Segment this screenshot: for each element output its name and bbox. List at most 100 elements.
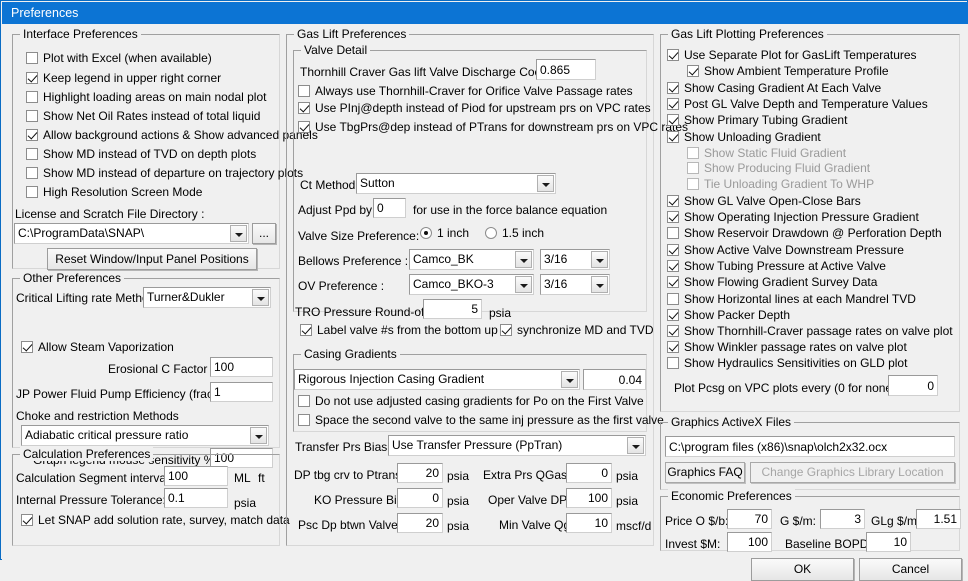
browse-label: ... bbox=[258, 226, 269, 240]
checkbox-show-md-trajectory-plots[interactable]: Show MD instead of departure on trajecto… bbox=[26, 165, 303, 182]
checkbox-show-gl-valve-open-close-bars[interactable]: Show GL Valve Open-Close Bars bbox=[667, 193, 861, 210]
checkbox-label: Show Thornhill-Craver passage rates on v… bbox=[684, 324, 953, 338]
ov-preference-combo[interactable]: Camco_BKO-3 bbox=[409, 274, 534, 295]
bellows-preference-combo[interactable]: Camco_BK bbox=[409, 249, 534, 270]
checkbox-show-hydraulics-sensitivities[interactable]: Show Hydraulics Sensitivities on GLD plo… bbox=[667, 355, 907, 372]
checkbox-show-packer-depth[interactable]: Show Packer Depth bbox=[667, 307, 790, 324]
extra-prs-qgas-input[interactable]: 0 bbox=[566, 463, 612, 483]
chevron-down-icon[interactable] bbox=[250, 427, 267, 444]
ov-size-combo[interactable]: 3/16 bbox=[540, 274, 610, 295]
checkbox-box bbox=[26, 52, 38, 64]
checkbox-label-valve-bottom-up[interactable]: Label valve #s from the bottom up bbox=[300, 322, 498, 339]
oper-valve-dp-unit: psia bbox=[616, 494, 639, 508]
oper-valve-dp-input[interactable]: 100 bbox=[566, 488, 612, 508]
checkbox-label: Show Active Valve Downstream Pressure bbox=[684, 243, 904, 257]
checkbox-use-pinj-depth[interactable]: Use PInj@depth instead of Piod for upstr… bbox=[298, 100, 651, 117]
checkbox-use-tbgprs-dep[interactable]: Use TbgPrs@dep instead of PTrans for dow… bbox=[298, 119, 688, 136]
checkbox-allow-background-actions[interactable]: Allow background actions & Show advanced… bbox=[26, 127, 318, 144]
plot-pcsg-input[interactable]: 0 bbox=[888, 375, 938, 396]
chevron-down-icon[interactable] bbox=[230, 225, 247, 242]
checkbox-box bbox=[21, 514, 33, 526]
baseline-bopd-input[interactable]: 10 bbox=[866, 532, 911, 552]
chevron-down-icon[interactable] bbox=[561, 371, 578, 388]
chevron-down-icon[interactable] bbox=[252, 289, 269, 306]
checkbox-do-not-use-adjusted-casing[interactable]: Do not use adjusted casing gradients for… bbox=[298, 393, 644, 410]
erosional-c-factor-input[interactable]: 100 bbox=[210, 357, 273, 377]
reset-window-positions-button[interactable]: Reset Window/Input Panel Positions bbox=[47, 248, 257, 270]
checkbox-box bbox=[298, 414, 310, 426]
checkbox-highlight-loading-areas[interactable]: Highlight loading areas on main nodal pl… bbox=[26, 89, 266, 106]
checkbox-box bbox=[667, 244, 679, 256]
checkbox-label: High Resolution Screen Mode bbox=[43, 185, 203, 199]
checkbox-always-thornhill-craver[interactable]: Always use Thornhill-Craver for Orifice … bbox=[298, 83, 633, 100]
checkbox-allow-steam-vaporization[interactable]: Allow Steam Vaporization bbox=[21, 339, 174, 356]
radio-valve-size-1inch[interactable]: 1 inch bbox=[420, 225, 469, 242]
radio-valve-size-1p5inch[interactable]: 1.5 inch bbox=[485, 225, 544, 242]
checkbox-show-casing-gradient-each-valve[interactable]: Show Casing Gradient At Each Valve bbox=[667, 80, 881, 97]
gas-price-input[interactable]: 3 bbox=[820, 509, 865, 529]
checkbox-show-md-depth-plots[interactable]: Show MD instead of TVD on depth plots bbox=[26, 146, 256, 163]
checkbox-tie-unloading-gradient-whp[interactable]: Tie Unloading Gradient To WHP bbox=[687, 176, 874, 193]
ko-pressure-bias-input[interactable]: 0 bbox=[397, 488, 443, 508]
checkbox-show-net-oil-rates[interactable]: Show Net Oil Rates instead of total liqu… bbox=[26, 108, 260, 125]
license-directory-combo[interactable]: C:\ProgramData\SNAP\ bbox=[14, 223, 249, 244]
checkbox-show-primary-tubing-gradient[interactable]: Show Primary Tubing Gradient bbox=[667, 112, 847, 129]
checkbox-show-horizontal-lines-mandrel-tvd[interactable]: Show Horizontal lines at each Mandrel TV… bbox=[667, 291, 916, 308]
checkbox-show-winkler-passage-rates[interactable]: Show Winkler passage rates on valve plot bbox=[667, 339, 907, 356]
chevron-down-icon[interactable] bbox=[537, 175, 554, 192]
choke-methods-value: Adiabatic critical pressure ratio bbox=[25, 428, 189, 442]
chevron-down-icon[interactable] bbox=[627, 437, 644, 454]
price-oil-input[interactable]: 70 bbox=[727, 509, 772, 529]
checkbox-show-unloading-gradient[interactable]: Show Unloading Gradient bbox=[667, 129, 821, 146]
discharge-coeff-input[interactable]: 0.865 bbox=[536, 59, 596, 80]
tro-roundoff-input[interactable]: 5 bbox=[423, 299, 482, 319]
window-title: Preferences bbox=[11, 6, 79, 20]
chevron-down-icon[interactable] bbox=[591, 276, 608, 293]
checkbox-synchronize-md-tvd[interactable]: synchronize MD and TVD bbox=[500, 322, 654, 339]
checkbox-show-producing-fluid-gradient[interactable]: Show Producing Fluid Gradient bbox=[687, 160, 870, 177]
adjust-ppd-input[interactable]: 0 bbox=[373, 198, 406, 218]
checkbox-label: Show MD instead of TVD on depth plots bbox=[43, 147, 257, 161]
checkbox-keep-legend-upper-right[interactable]: Keep legend in upper right corner bbox=[26, 70, 221, 87]
cancel-button[interactable]: Cancel bbox=[859, 558, 962, 581]
checkbox-show-tubing-pressure-active-valve[interactable]: Show Tubing Pressure at Active Valve bbox=[667, 258, 886, 275]
segment-interval-input[interactable]: 100 bbox=[164, 466, 228, 486]
checkbox-let-snap-add-data[interactable]: Let SNAP add solution rate, survey, matc… bbox=[21, 512, 290, 529]
browse-directory-button[interactable]: ... bbox=[252, 223, 276, 244]
checkbox-show-ambient-temperature-profile[interactable]: Show Ambient Temperature Profile bbox=[687, 63, 889, 80]
jp-pump-efficiency-input[interactable]: 1 bbox=[210, 382, 273, 402]
graphics-faq-button[interactable]: Graphics FAQ bbox=[665, 462, 745, 483]
extra-prs-qgas-label: Extra Prs QGas: bbox=[483, 468, 571, 482]
psc-dp-btwn-valves-label: Psc Dp btwn Valves: bbox=[298, 518, 408, 532]
bellows-size-combo[interactable]: 3/16 bbox=[540, 249, 610, 270]
min-valve-qg-input[interactable]: 10 bbox=[566, 513, 612, 533]
casing-gradient-value-input[interactable]: 0.04 bbox=[583, 369, 646, 390]
adjust-ppd-label: Adjust Ppd by bbox=[298, 203, 373, 217]
checkbox-show-active-valve-downstream-pressure[interactable]: Show Active Valve Downstream Pressure bbox=[667, 242, 904, 259]
dp-tbg-crv-input[interactable]: 20 bbox=[397, 463, 443, 483]
glg-price-input[interactable]: 1.51 bbox=[916, 509, 961, 529]
casing-gradient-method-combo[interactable]: Rigorous Injection Casing Gradient bbox=[294, 369, 580, 390]
checkbox-high-resolution-screen-mode[interactable]: High Resolution Screen Mode bbox=[26, 184, 202, 201]
graphics-path-input[interactable]: C:\program files (x86)\snap\olch2x32.ocx bbox=[665, 436, 955, 457]
ok-button[interactable]: OK bbox=[751, 558, 854, 581]
checkbox-show-operating-injection-pressure-gradient[interactable]: Show Operating Injection Pressure Gradie… bbox=[667, 209, 919, 226]
checkbox-space-second-valve[interactable]: Space the second valve to the same inj p… bbox=[298, 412, 664, 429]
checkbox-show-thornhill-craver-passage-rates[interactable]: Show Thornhill-Craver passage rates on v… bbox=[667, 323, 953, 340]
pressure-tolerance-input[interactable]: 0.1 bbox=[164, 488, 228, 508]
chevron-down-icon[interactable] bbox=[591, 251, 608, 268]
critical-lifting-method-combo[interactable]: Turner&Dukler bbox=[143, 287, 271, 308]
ct-method-combo[interactable]: Sutton bbox=[356, 173, 556, 194]
reset-window-positions-label: Reset Window/Input Panel Positions bbox=[55, 252, 249, 266]
checkbox-post-gl-valve-depth-temp[interactable]: Post GL Valve Depth and Temperature Valu… bbox=[667, 96, 928, 113]
checkbox-show-flowing-gradient-survey-data[interactable]: Show Flowing Gradient Survey Data bbox=[667, 274, 877, 291]
choke-methods-combo[interactable]: Adiabatic critical pressure ratio bbox=[21, 425, 269, 446]
chevron-down-icon[interactable] bbox=[515, 251, 532, 268]
checkbox-plot-with-excel[interactable]: Plot with Excel (when available) bbox=[26, 50, 212, 67]
checkbox-show-reservoir-drawdown[interactable]: Show Reservoir Drawdown @ Perforation De… bbox=[667, 225, 942, 242]
invest-input[interactable]: 100 bbox=[727, 532, 772, 552]
transfer-prs-bias-combo[interactable]: Use Transfer Pressure (PpTran) bbox=[388, 435, 646, 456]
checkbox-separate-plot-gaslift-temps[interactable]: Use Separate Plot for GasLift Temperatur… bbox=[667, 47, 917, 64]
psc-dp-btwn-valves-input[interactable]: 20 bbox=[397, 513, 443, 533]
chevron-down-icon[interactable] bbox=[515, 276, 532, 293]
